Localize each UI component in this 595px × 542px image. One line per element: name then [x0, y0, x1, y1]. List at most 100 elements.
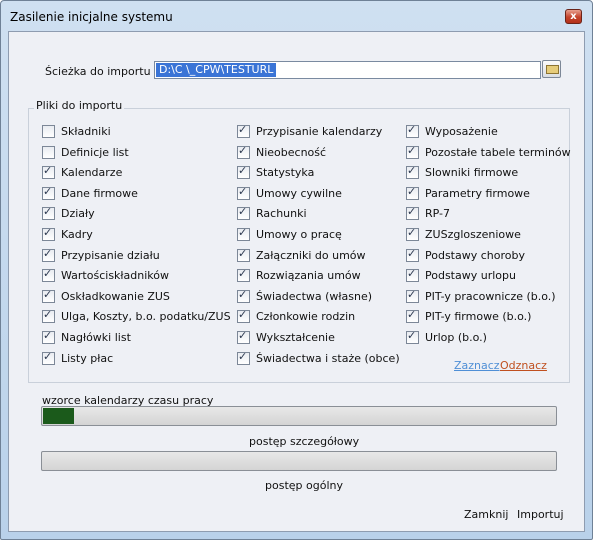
checkbox-label: Wykształcenie	[256, 331, 335, 344]
checkbox-item[interactable]: Kalendarze	[42, 163, 123, 181]
checkbox[interactable]	[42, 145, 55, 159]
checkbox-item[interactable]: Podstawy urlopu	[406, 266, 516, 284]
checkbox-label: Umowy o pracę	[256, 228, 342, 241]
checkbox[interactable]	[237, 163, 250, 179]
checkbox[interactable]	[237, 204, 250, 220]
checkbox[interactable]	[237, 122, 250, 138]
checkbox-item[interactable]: Nieobecność	[237, 143, 327, 161]
title-bar[interactable]: Zasilenie inicjalne systemu x	[1, 1, 592, 31]
import-path-input[interactable]: D:\C \_CPW\TESTURL	[154, 61, 541, 79]
checkbox-item[interactable]: PIT-y pracownicze (b.o.)	[406, 287, 556, 305]
checkbox-item[interactable]: Składniki	[42, 124, 111, 140]
checkbox[interactable]	[42, 287, 55, 303]
checkbox-item[interactable]: RP-7	[406, 204, 450, 222]
deselect-all-link[interactable]: Odznacz	[500, 359, 547, 372]
checkbox-label: Definicje list	[61, 146, 129, 159]
checkbox-item[interactable]: Kadry	[42, 225, 93, 243]
checkbox-item[interactable]: Parametry firmowe	[406, 184, 530, 202]
detail-progress-fill	[43, 408, 74, 424]
browse-folder-button[interactable]	[542, 60, 561, 78]
checkbox-item[interactable]: Wartościskładników	[42, 266, 169, 284]
checkbox-item[interactable]: PIT-y firmowe (b.o.)	[406, 307, 531, 325]
checkbox-label: Działy	[61, 207, 95, 220]
checkbox-item[interactable]: Działy	[42, 204, 95, 222]
checkbox[interactable]	[237, 143, 250, 159]
checkbox[interactable]	[406, 328, 419, 344]
checkbox[interactable]	[406, 122, 419, 138]
checkbox[interactable]	[42, 204, 55, 220]
checkbox[interactable]	[406, 225, 419, 241]
checkbox-label: Listy płac	[61, 352, 114, 365]
checkbox-item[interactable]: Wykształcenie	[237, 328, 335, 346]
checkbox[interactable]	[237, 266, 250, 282]
checkbox-item[interactable]: Dane firmowe	[42, 184, 138, 202]
checkbox-item[interactable]: Urlop (b.o.)	[406, 328, 487, 346]
checkbox[interactable]	[42, 184, 55, 200]
checkbox-item[interactable]: Świadectwa i staże (obce)	[237, 349, 400, 367]
checkbox-label: ZUSzgloszeniowe	[425, 228, 521, 241]
detail-progress-label: postęp szczegółowy	[249, 435, 360, 448]
checkbox[interactable]	[42, 349, 55, 365]
checkbox-item[interactable]: Rozwiązania umów	[237, 266, 361, 284]
checkbox[interactable]	[42, 266, 55, 282]
checkbox[interactable]	[42, 225, 55, 241]
checkbox[interactable]	[406, 266, 419, 282]
checkbox-label: Składniki	[61, 125, 111, 138]
checkbox-item[interactable]: Rachunki	[237, 204, 307, 222]
checkbox-item[interactable]: Pozostałe tabele terminów	[406, 143, 571, 161]
checkbox[interactable]	[237, 328, 250, 344]
checkbox-item[interactable]: Statystyka	[237, 163, 314, 181]
checkbox[interactable]	[406, 163, 419, 179]
checkbox-item[interactable]: Definicje list	[42, 145, 129, 161]
checkbox-item[interactable]: Przypisanie działu	[42, 246, 160, 264]
checkbox-item[interactable]: Oskładkowanie ZUS	[42, 287, 170, 305]
checkbox[interactable]	[42, 124, 55, 138]
files-group-title: Pliki do importu	[34, 99, 125, 112]
close-button[interactable]: Zamknij	[464, 508, 508, 521]
checkbox[interactable]	[42, 328, 55, 344]
checkbox-item[interactable]: Umowy cywilne	[237, 184, 342, 202]
checkbox-label: Nieobecność	[256, 146, 327, 159]
checkbox-item[interactable]: Nagłówki list	[42, 328, 131, 346]
checkbox-label: Dane firmowe	[61, 187, 138, 200]
checkbox[interactable]	[42, 246, 55, 262]
import-button[interactable]: Importuj	[517, 508, 564, 521]
checkbox-item[interactable]: Świadectwa (własne)	[237, 287, 372, 305]
checkbox-item[interactable]: Ulga, Koszty, b.o. podatku/ZUS	[42, 307, 231, 325]
checkbox[interactable]	[42, 163, 55, 179]
checkbox-item[interactable]: Członkowie rodzin	[237, 307, 355, 325]
checkbox-item[interactable]: Przypisanie kalendarzy	[237, 122, 383, 140]
checkbox[interactable]	[237, 184, 250, 200]
checkbox[interactable]	[237, 349, 250, 365]
checkbox-item[interactable]: Podstawy choroby	[406, 246, 525, 264]
checkbox[interactable]	[42, 307, 55, 323]
checkbox-item[interactable]: Załączniki do umów	[237, 246, 366, 264]
checkbox[interactable]	[237, 307, 250, 323]
dialog-body: Ścieżka do importu : D:\C \_CPW\TESTURL …	[8, 31, 585, 532]
checkbox[interactable]	[237, 225, 250, 241]
checkbox-label: Oskładkowanie ZUS	[61, 290, 170, 303]
checkbox-item[interactable]: Wyposażenie	[406, 122, 498, 140]
checkbox-label: Świadectwa i staże (obce)	[256, 352, 400, 365]
checkbox-item[interactable]: Umowy o pracę	[237, 225, 342, 243]
checkbox-label: Rachunki	[256, 207, 307, 220]
checkbox[interactable]	[237, 287, 250, 303]
checkbox-label: Kalendarze	[61, 166, 123, 179]
select-all-link[interactable]: Zaznacz	[454, 359, 500, 372]
checkbox-item[interactable]: Slowniki firmowe	[406, 163, 518, 181]
checkbox-label: Przypisanie kalendarzy	[256, 125, 383, 138]
checkbox[interactable]	[406, 287, 419, 303]
checkbox-label: Pozostałe tabele terminów	[425, 146, 571, 159]
checkbox[interactable]	[406, 184, 419, 200]
checkbox[interactable]	[406, 204, 419, 220]
checkbox[interactable]	[237, 246, 250, 262]
checkbox[interactable]	[406, 143, 419, 159]
overall-progress-bar	[41, 451, 557, 471]
close-window-button[interactable]: x	[565, 9, 582, 24]
checkbox-item[interactable]: ZUSzgloszeniowe	[406, 225, 521, 243]
checkbox[interactable]	[406, 307, 419, 323]
checkbox-item[interactable]: Listy płac	[42, 349, 114, 367]
checkbox[interactable]	[406, 246, 419, 262]
dialog-window: Zasilenie inicjalne systemu x Ścieżka do…	[0, 0, 593, 540]
import-path-value: D:\C \_CPW\TESTURL	[156, 63, 277, 77]
